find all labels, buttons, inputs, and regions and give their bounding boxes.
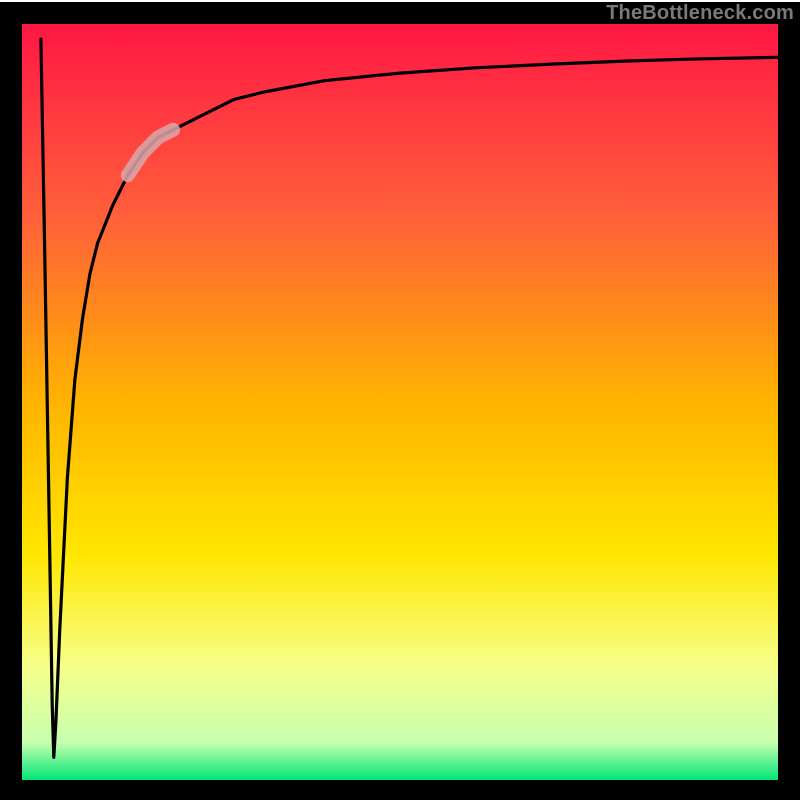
chart-svg bbox=[0, 0, 800, 800]
watermark-text: TheBottleneck.com bbox=[606, 2, 794, 25]
gradient-background bbox=[22, 24, 778, 780]
chart-stage: TheBottleneck.com bbox=[0, 0, 800, 800]
plot-area bbox=[11, 13, 789, 791]
